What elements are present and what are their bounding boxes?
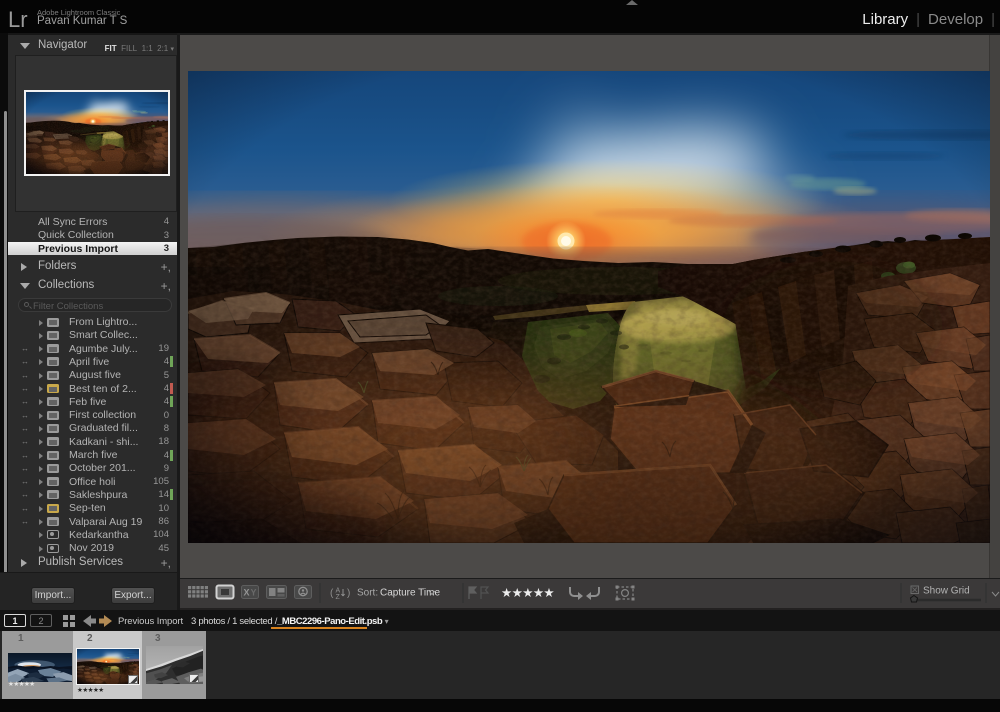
svg-text:Y: Y: [251, 588, 257, 598]
svg-text:(: (: [330, 588, 334, 599]
svg-text:X: X: [244, 588, 250, 598]
svg-text:★★★★★: ★★★★★: [501, 586, 554, 600]
svg-text:Show Grid: Show Grid: [923, 586, 970, 597]
svg-text:Z: Z: [336, 594, 341, 601]
svg-text:Capture Time: Capture Time: [380, 588, 440, 599]
svg-text:Sort:: Sort:: [357, 588, 378, 599]
svg-text:): ): [347, 588, 350, 599]
